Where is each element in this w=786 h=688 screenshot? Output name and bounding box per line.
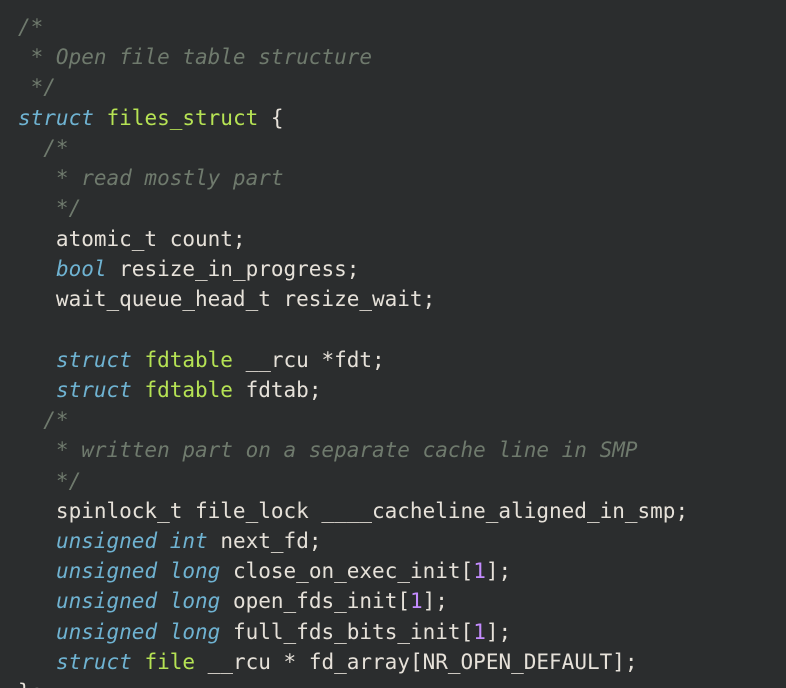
code-line: open_fds_init[ <box>220 589 410 613</box>
code-line: next_fd; <box>208 529 322 553</box>
comment-line: */ <box>18 75 56 99</box>
keyword-int: int <box>170 529 208 553</box>
indent <box>18 620 56 644</box>
code-line: close_on_exec_init[ <box>220 559 473 583</box>
number-literal: 1 <box>473 559 486 583</box>
keyword-long: long <box>170 559 221 583</box>
comment-line: /* <box>18 136 69 160</box>
code-line: __rcu * fd_array[NR_OPEN_DEFAULT]; <box>195 650 638 674</box>
keyword-struct: struct <box>18 106 94 130</box>
brace-open: { <box>258 106 283 130</box>
comment-line: /* <box>18 408 69 432</box>
type-name: files_struct <box>107 106 259 130</box>
indent <box>18 529 56 553</box>
indent <box>18 257 56 281</box>
bracket-end: ]; <box>486 620 511 644</box>
comment-line: * read mostly part <box>18 166 284 190</box>
code-line: atomic_t count; <box>18 227 246 251</box>
brace-close: }; <box>18 680 43 688</box>
indent <box>18 589 56 613</box>
keyword-bool: bool <box>56 257 107 281</box>
comment-line: */ <box>18 469 81 493</box>
comment-line: /* <box>18 15 43 39</box>
number-literal: 1 <box>410 589 423 613</box>
indent <box>18 650 56 674</box>
code-line: full_fds_bits_init[ <box>220 620 473 644</box>
keyword-long: long <box>170 620 221 644</box>
code-line: spinlock_t file_lock ____cacheline_align… <box>18 499 688 523</box>
comment-line: * written part on a separate cache line … <box>18 438 638 462</box>
bracket-end: ]; <box>486 559 511 583</box>
type-name: fdtable <box>144 378 233 402</box>
type-name: fdtable <box>144 348 233 372</box>
comment-line: */ <box>18 196 81 220</box>
number-literal: 1 <box>473 620 486 644</box>
code-block: /* * Open file table structure */ struct… <box>0 0 786 688</box>
keyword-unsigned: unsigned <box>56 620 157 644</box>
comment-line: * Open file table structure <box>18 45 372 69</box>
code-line: wait_queue_head_t resize_wait; <box>18 287 435 311</box>
keyword-struct: struct <box>56 650 132 674</box>
type-name: file <box>144 650 195 674</box>
keyword-unsigned: unsigned <box>56 529 157 553</box>
code-line: fdtab; <box>233 378 322 402</box>
code-line: __rcu *fdt; <box>233 348 385 372</box>
indent <box>18 378 56 402</box>
keyword-struct: struct <box>56 378 132 402</box>
code-line: resize_in_progress; <box>107 257 360 281</box>
keyword-unsigned: unsigned <box>56 559 157 583</box>
bracket-end: ]; <box>423 589 448 613</box>
indent <box>18 348 56 372</box>
keyword-unsigned: unsigned <box>56 589 157 613</box>
keyword-struct: struct <box>56 348 132 372</box>
indent <box>18 559 56 583</box>
keyword-long: long <box>170 589 221 613</box>
